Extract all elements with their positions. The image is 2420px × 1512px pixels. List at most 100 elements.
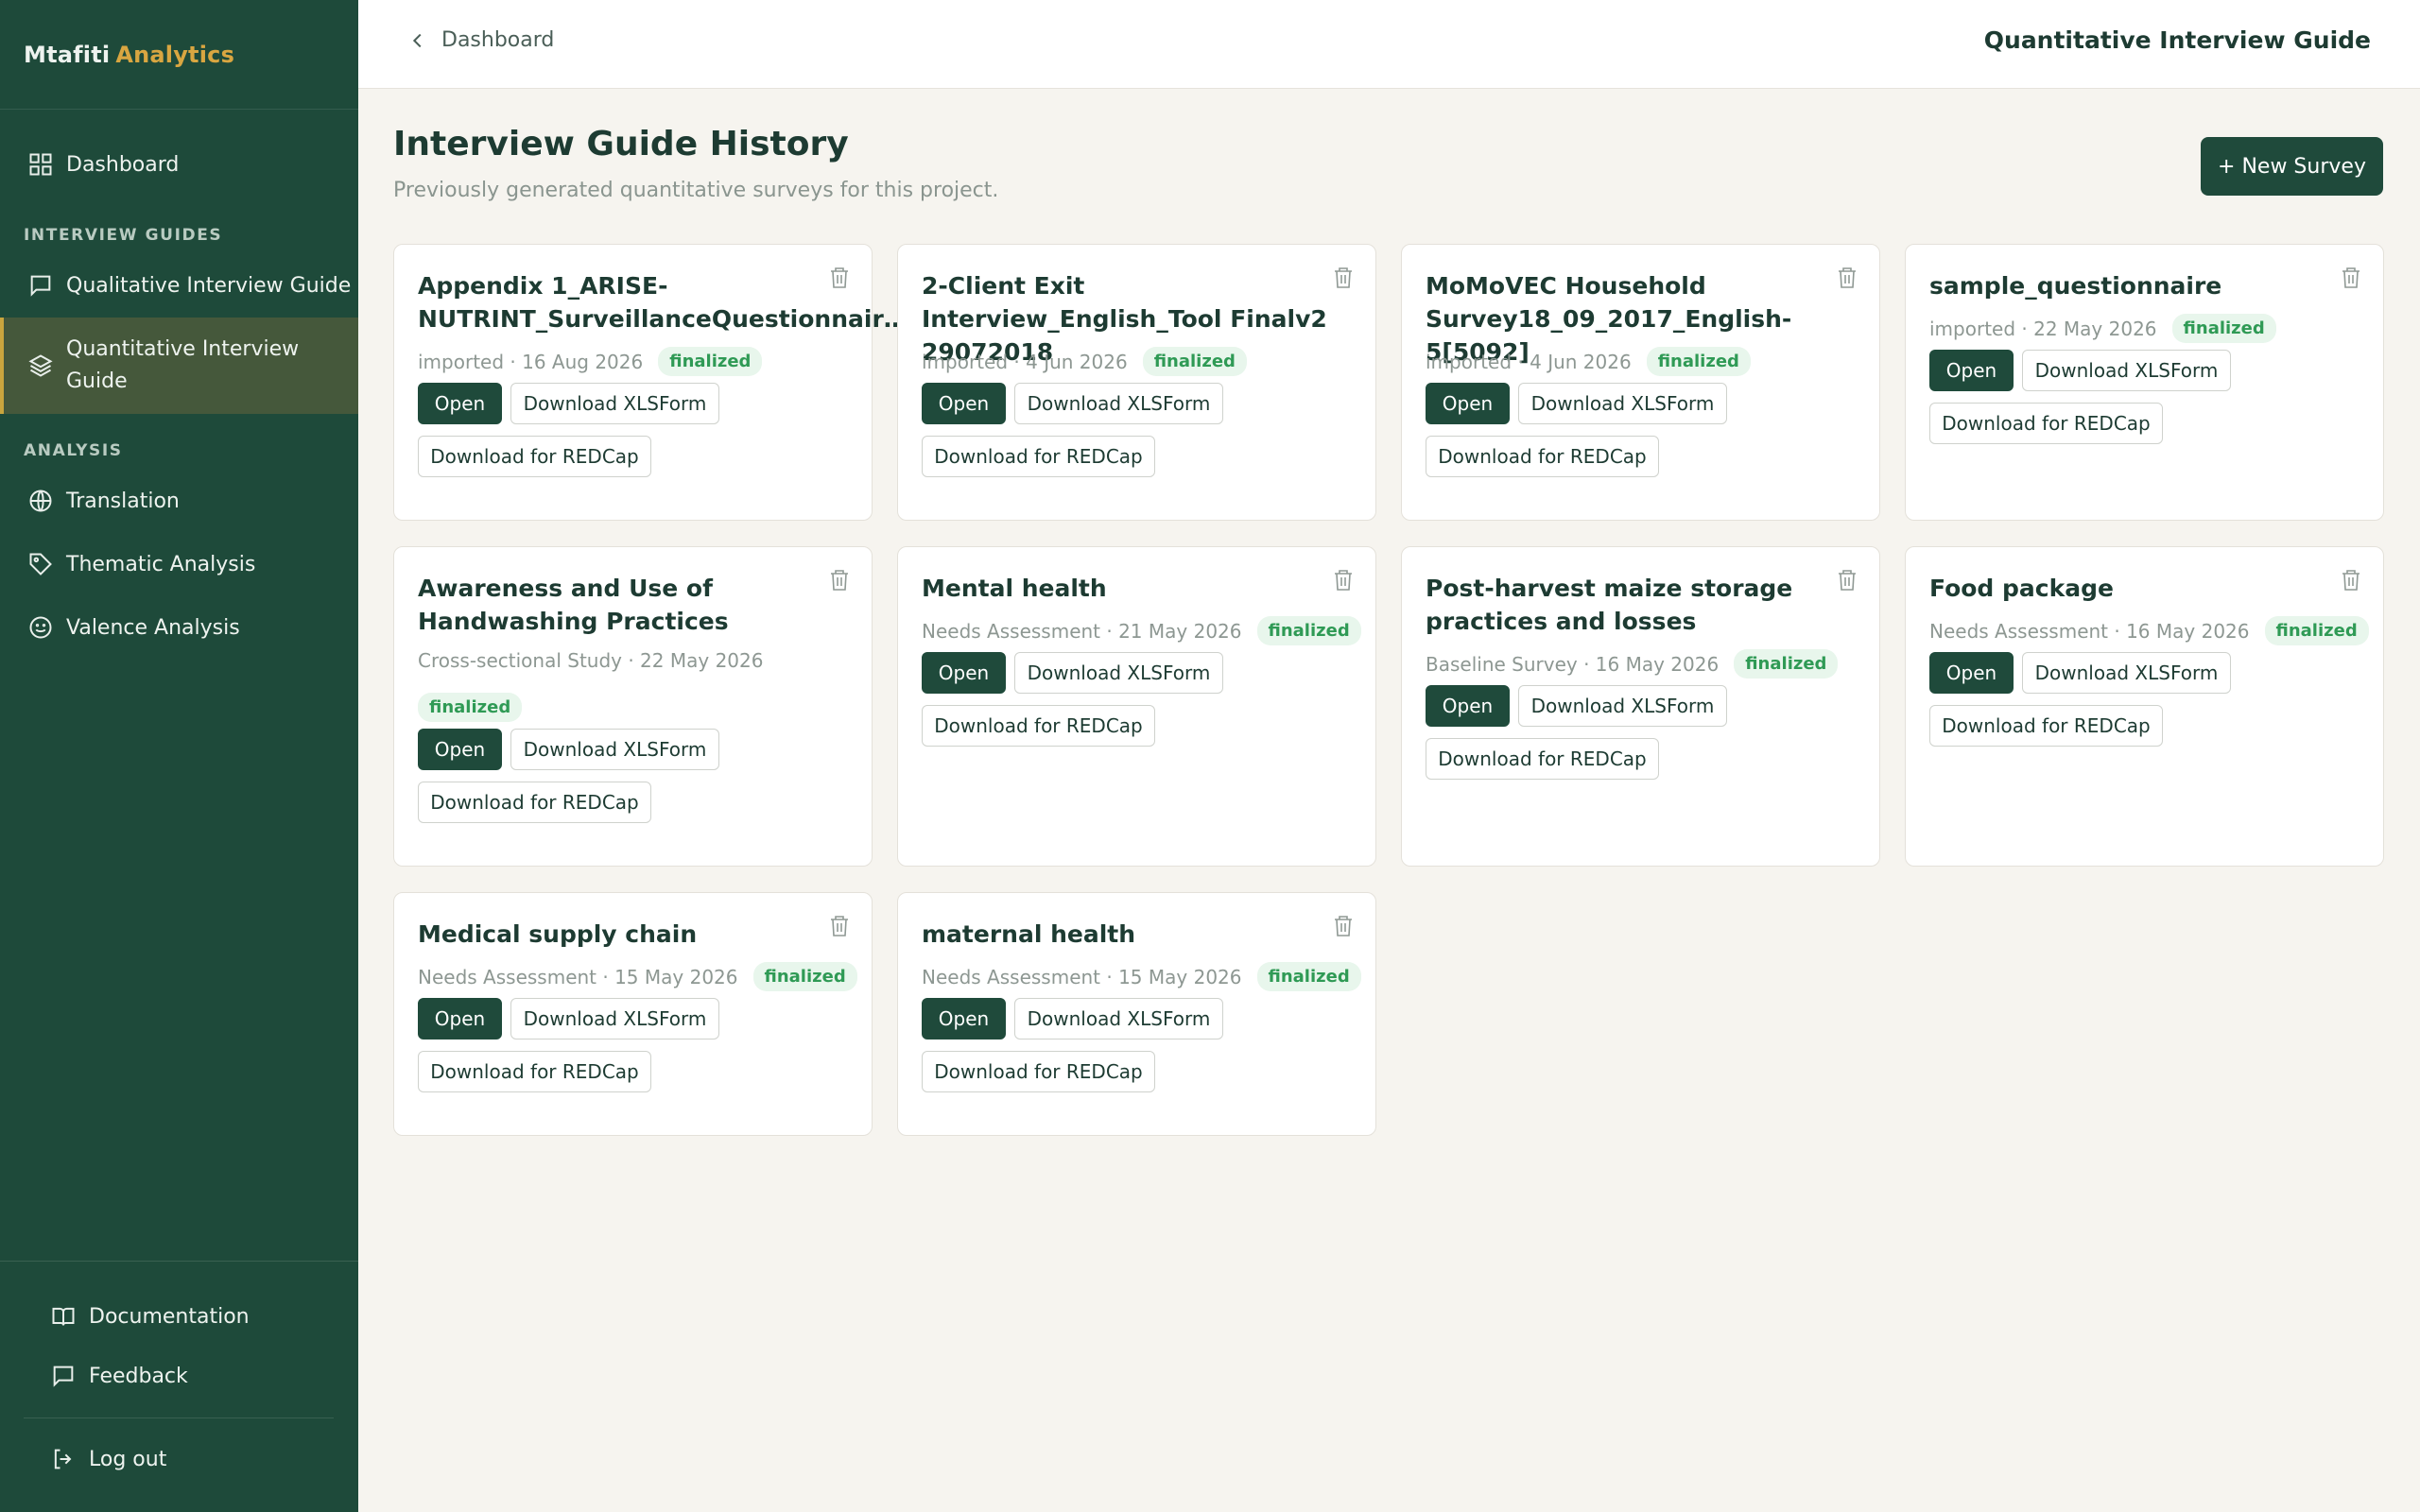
sidebar-item-valence[interactable]: Valence Analysis (0, 607, 358, 648)
sidebar-item-label: Dashboard (66, 152, 180, 177)
sidebar-item-documentation[interactable]: Documentation (0, 1296, 358, 1337)
trash-icon[interactable] (828, 266, 851, 290)
status-badge: finalized (1256, 616, 1361, 645)
download-xlsform-button[interactable]: Download XLSForm (2022, 350, 2231, 391)
card-meta-text: imported · 22 May 2026 (1929, 317, 2157, 340)
trash-icon[interactable] (2340, 568, 2362, 593)
page-title: Interview Guide History (393, 125, 849, 163)
sidebar-item-label: Translation (66, 489, 180, 513)
open-button[interactable]: Open (922, 652, 1006, 694)
status-badge: finalized (1256, 962, 1361, 991)
download-xlsform-button[interactable]: Download XLSForm (510, 729, 719, 770)
open-button[interactable]: Open (922, 998, 1006, 1040)
download-xlsform-button[interactable]: Download XLSForm (2022, 652, 2231, 694)
survey-card: 2-Client Exit Interview_English_Tool Fin… (897, 244, 1376, 521)
trash-icon[interactable] (1836, 266, 1858, 290)
card-meta-text: Needs Assessment · 16 May 2026 (1929, 619, 2250, 643)
survey-card: sample_questionnaire imported · 22 May 20… (1905, 244, 2384, 521)
sidebar-item-label: Thematic Analysis (66, 552, 256, 576)
sidebar-item-thematic[interactable]: Thematic Analysis (0, 543, 358, 585)
download-xlsform-button[interactable]: Download XLSForm (1014, 383, 1223, 424)
download-xlsform-button[interactable]: Download XLSForm (1014, 652, 1223, 694)
open-button[interactable]: Open (418, 729, 502, 770)
download-redcap-button[interactable]: Download for REDCap (418, 436, 651, 477)
sidebar-item-translation[interactable]: Translation (0, 480, 358, 522)
open-button[interactable]: Open (1426, 383, 1510, 424)
sidebar-item-qualitative[interactable]: Qualitative Interview Guide (0, 265, 358, 306)
sidebar-item-quantitative[interactable]: Quantitative Interview Guide (0, 318, 358, 414)
sidebar-item-label: Qualitative Interview Guide (66, 273, 352, 298)
download-xlsform-button[interactable]: Download XLSForm (510, 998, 719, 1040)
download-redcap-button[interactable]: Download for REDCap (1426, 738, 1659, 780)
sidebar-item-dashboard[interactable]: Dashboard (0, 144, 358, 185)
download-redcap-button[interactable]: Download for REDCap (418, 1051, 651, 1092)
trash-icon[interactable] (1332, 266, 1355, 290)
breadcrumb-back[interactable]: Dashboard (407, 28, 554, 52)
card-meta: imported · 4 Jun 2026 finalized (1426, 347, 1751, 376)
brand-accent: Analytics (115, 41, 235, 68)
card-status-row: finalized (418, 693, 523, 722)
card-title: Appendix 1_ARISE-NUTRINT_SurveillanceQue… (418, 272, 908, 333)
status-badge: finalized (1646, 347, 1751, 376)
card-meta: Baseline Survey · 16 May 2026 finalized (1426, 649, 1839, 679)
card-meta: Cross-sectional Study · 22 May 2026 (418, 649, 763, 672)
new-survey-button[interactable]: + New Survey (2201, 137, 2383, 196)
survey-card: Awareness and Use of Handwashing Practic… (393, 546, 873, 867)
card-meta-text: Baseline Survey · 16 May 2026 (1426, 652, 1720, 676)
sidebar-divider (0, 1261, 358, 1262)
card-title: maternal health (922, 920, 1136, 948)
status-badge: finalized (752, 962, 857, 991)
trash-icon[interactable] (1836, 568, 1858, 593)
card-meta: imported · 4 Jun 2026 finalized (922, 347, 1247, 376)
open-button[interactable]: Open (1426, 685, 1510, 727)
status-badge: finalized (2171, 314, 2276, 343)
sidebar-item-feedback[interactable]: Feedback (0, 1355, 358, 1397)
trash-icon[interactable] (828, 568, 851, 593)
topbar: Dashboard Quantitative Interview Guide (358, 0, 2420, 89)
download-redcap-button[interactable]: Download for REDCap (1929, 403, 2163, 444)
sidebar-item-label: Feedback (89, 1364, 188, 1388)
card-meta: Needs Assessment · 21 May 2026 finalized (922, 616, 1361, 645)
download-redcap-button[interactable]: Download for REDCap (1426, 436, 1659, 477)
download-redcap-button[interactable]: Download for REDCap (418, 782, 651, 823)
open-button[interactable]: Open (418, 383, 502, 424)
open-button[interactable]: Open (922, 383, 1006, 424)
section-label-guides: INTERVIEW GUIDES (24, 226, 223, 245)
breadcrumb-label: Dashboard (441, 28, 555, 52)
tag-icon (26, 550, 55, 578)
download-redcap-button[interactable]: Download for REDCap (922, 436, 1155, 477)
download-xlsform-button[interactable]: Download XLSForm (1014, 998, 1223, 1040)
download-xlsform-button[interactable]: Download XLSForm (1518, 685, 1727, 727)
card-meta-text: Cross-sectional Study · 22 May 2026 (418, 649, 764, 672)
sidebar-item-label-line1: Quantitative Interview (66, 337, 300, 361)
trash-icon[interactable] (828, 914, 851, 938)
card-meta-text: imported · 4 Jun 2026 (922, 350, 1128, 373)
sidebar-item-label: Valence Analysis (66, 615, 240, 640)
download-redcap-button[interactable]: Download for REDCap (922, 705, 1155, 747)
survey-card: Food package Needs Assessment · 16 May 20… (1905, 546, 2384, 867)
topbar-title: Quantitative Interview Guide (1983, 26, 2371, 54)
sidebar-item-label: Documentation (89, 1304, 250, 1329)
sidebar-item-label: Quantitative Interview Guide (66, 334, 299, 398)
log-out-icon (49, 1445, 78, 1473)
card-title: Post-harvest maize storage practices and… (1426, 575, 1793, 635)
card-meta: Needs Assessment · 16 May 2026 finalized (1929, 616, 2369, 645)
open-button[interactable]: Open (418, 998, 502, 1040)
trash-icon[interactable] (1332, 914, 1355, 938)
download-redcap-button[interactable]: Download for REDCap (1929, 705, 2163, 747)
status-badge: finalized (1142, 347, 1247, 376)
open-button[interactable]: Open (1929, 652, 2014, 694)
card-meta-text: imported · 16 Aug 2026 (418, 350, 644, 373)
download-xlsform-button[interactable]: Download XLSForm (1518, 383, 1727, 424)
download-xlsform-button[interactable]: Download XLSForm (510, 383, 719, 424)
sidebar-item-logout[interactable]: Log out (0, 1438, 358, 1480)
status-badge: finalized (2264, 616, 2369, 645)
card-meta: Needs Assessment · 15 May 2026 finalized (922, 962, 1361, 991)
survey-card: Appendix 1_ARISE-NUTRINT_SurveillanceQue… (393, 244, 908, 521)
open-button[interactable]: Open (1929, 350, 2014, 391)
trash-icon[interactable] (2340, 266, 2362, 290)
download-redcap-button[interactable]: Download for REDCap (922, 1051, 1155, 1092)
brand-logo[interactable]: Mtafiti Analytics (0, 0, 358, 110)
trash-icon[interactable] (1332, 568, 1355, 593)
card-meta: imported · 22 May 2026 finalized (1929, 314, 2276, 343)
